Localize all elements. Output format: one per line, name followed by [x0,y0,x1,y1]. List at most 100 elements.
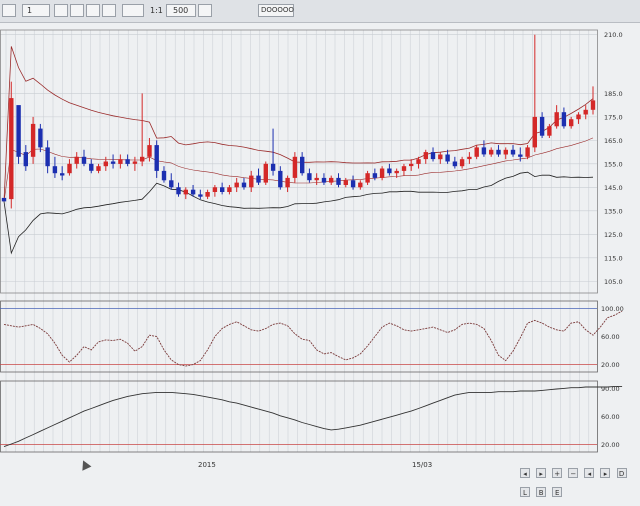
candle-body [336,177,341,185]
zoom-in-button[interactable]: + [552,468,563,478]
candle-body [241,182,247,188]
candle-body [176,187,181,195]
toolbar-count-input[interactable]: 500 [166,4,196,17]
candle-body [220,187,225,192]
candle-body [343,180,348,185]
candle-body [576,114,581,120]
chart-bottom-bar: ◂ ▸ + − ◂ ▸ D L B E [520,468,640,497]
toolbar-apply-button[interactable] [198,4,212,17]
toolbar-mode-select[interactable] [122,4,144,17]
price-tick-label: 105.0 [604,278,623,286]
period-value: 1 [27,6,33,15]
candle-body [45,147,50,167]
osc1-tick-label: 100.00 [601,305,624,313]
count-value: 500 [173,6,189,15]
price-tick-label: 165.0 [604,137,623,145]
candle-body [292,156,298,178]
candle-body [350,180,356,188]
daily-button[interactable]: D [616,468,627,478]
lower-band-line [3,171,594,255]
bollinger-bands [3,46,594,255]
candle-body [554,112,559,127]
price-tick-label: 115.0 [604,254,623,262]
candle-body [569,119,574,127]
candle-body [147,145,152,157]
price-panel [0,29,598,294]
end-button[interactable]: E [552,487,563,497]
candle-body [547,126,552,136]
candle-body [496,149,501,155]
osc2-tick-label: 90.00 [601,385,620,393]
toolbar-symbol-field[interactable]: DOOOOO [258,4,294,17]
candle-body [489,149,494,155]
x-label-0: 2015 [198,461,216,469]
candle-body [96,166,101,171]
candle-body [132,161,138,164]
next-button[interactable]: ▸ [600,468,611,478]
osc2-tick-label: 60.00 [601,413,620,421]
candle-body [249,175,254,188]
scroll-right-button[interactable]: ▸ [536,468,547,478]
candle-body [423,152,428,160]
toolbar-button-c[interactable] [86,4,100,17]
candle-body [430,152,436,160]
osc1-line [3,310,623,367]
chart-toolbar: 1 1:1 500 DOOOOO [0,0,640,23]
toolbar-menu-button[interactable] [2,4,16,17]
candle-body [103,161,108,167]
toolbar-mode-label: 1:1 [150,6,163,15]
candle-body [481,147,487,155]
candle-body [154,145,159,171]
candle-body [89,163,94,171]
candle-body [379,168,385,178]
candle-body [401,166,407,171]
candle-body [358,182,363,188]
candle-body [314,177,319,181]
toolbar-button-d[interactable] [102,4,116,17]
chart-grid [0,30,597,452]
bar-button[interactable]: B [536,487,547,497]
candle-body [183,189,188,195]
zoom-out-button[interactable]: − [568,468,579,478]
candle-body [125,159,130,164]
symbol-label: DOOOOO [261,6,294,14]
oscillator-series [0,307,623,448]
candle-body [467,156,472,160]
candle-body [161,170,167,181]
candle-body [445,154,450,162]
candle-body [16,105,21,157]
candle-body [307,173,312,181]
candle-body [416,159,421,164]
price-tick-label: 155.0 [604,160,623,168]
candle-body [118,159,123,164]
scroll-left-button[interactable]: ◂ [520,468,530,478]
line-button[interactable]: L [520,487,530,497]
price-tick-label: 175.0 [604,113,623,121]
candle-body [256,175,261,183]
candle-body [321,177,327,183]
candle-body [38,128,43,148]
price-tick-label: 145.0 [604,184,623,192]
candle-body [474,147,479,157]
candle-body [110,161,116,164]
candle-body [227,187,232,192]
toolbar-button-b[interactable] [70,4,84,17]
candle-body [198,194,203,197]
toolbar-period-input[interactable]: 1 [22,4,50,17]
candle-body [539,116,545,136]
candle-body [503,149,508,155]
price-tick-label: 125.0 [604,231,623,239]
candle-body [263,163,268,183]
candle-body [387,168,392,174]
toolbar-button-a[interactable] [54,4,68,17]
candle-body [365,173,370,183]
candle-body [190,189,196,195]
candle-body [23,152,28,167]
candle-body [510,149,516,155]
candle-body [590,100,596,110]
osc2-line [3,385,623,448]
candle-body [300,156,305,174]
prev-button[interactable]: ◂ [584,468,595,478]
candle-body [212,187,218,192]
candle-body [372,173,378,178]
